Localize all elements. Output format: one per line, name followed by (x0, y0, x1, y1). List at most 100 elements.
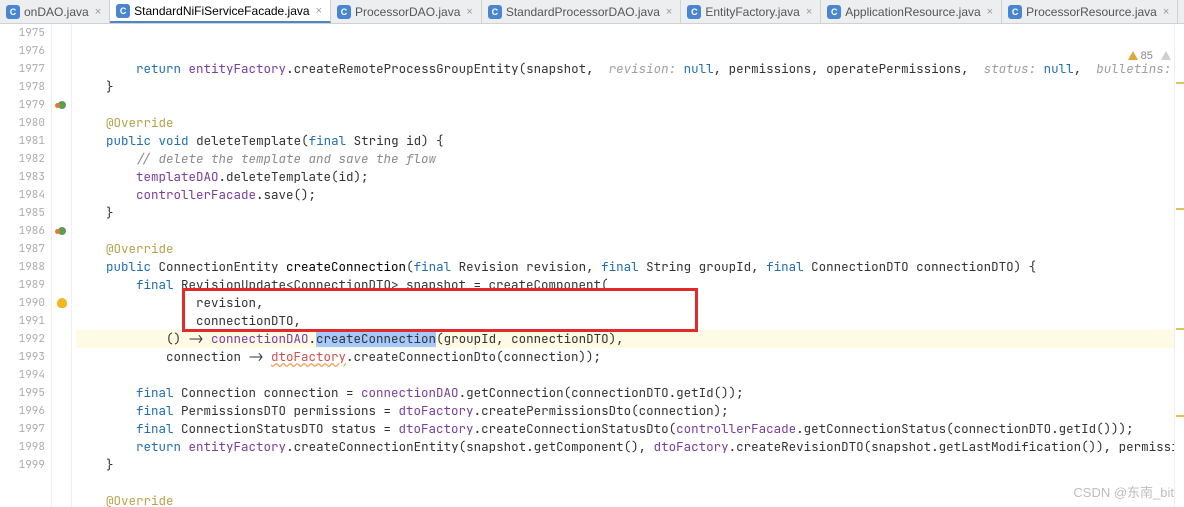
line-number[interactable]: 1993 (0, 348, 45, 366)
gutter-marker[interactable] (52, 24, 71, 42)
line-number[interactable]: 1998 (0, 438, 45, 456)
line-number[interactable]: 1987 (0, 240, 45, 258)
gutter-marker[interactable] (52, 402, 71, 420)
override-icon[interactable] (58, 227, 66, 235)
gutter-marker[interactable] (52, 438, 71, 456)
gutter-marker[interactable] (52, 96, 71, 114)
code-line[interactable]: return entityFactory.createRemoteProcess… (76, 60, 1174, 78)
close-icon[interactable]: × (1163, 6, 1169, 18)
intention-bulb-icon[interactable] (57, 298, 67, 308)
code-line[interactable]: public ConnectionEntity createConnection… (76, 258, 1174, 276)
code-line[interactable]: final PermissionsDTO permissions = dtoFa… (76, 402, 1174, 420)
code-line[interactable]: () -> connectionDAO.createConnection(gro… (76, 330, 1174, 348)
line-number[interactable]: 1994 (0, 366, 45, 384)
code-line[interactable]: final Connection connection = connection… (76, 384, 1174, 402)
gutter-marker[interactable] (52, 276, 71, 294)
gutter-marker[interactable] (52, 114, 71, 132)
code-line[interactable]: templateDAO.deleteTemplate(id); (76, 168, 1174, 186)
code-line[interactable]: } (76, 204, 1174, 222)
line-number[interactable]: 1977 (0, 60, 45, 78)
line-number[interactable]: 1997 (0, 420, 45, 438)
code-line[interactable] (76, 96, 1174, 114)
code-line[interactable]: public void deleteTemplate(final String … (76, 132, 1174, 150)
line-number[interactable]: 1991 (0, 312, 45, 330)
gutter-marker[interactable] (52, 78, 71, 96)
code-line[interactable]: revision, (76, 294, 1174, 312)
line-number[interactable]: 1981 (0, 132, 45, 150)
tab-standardnifiservicefacade-java[interactable]: StandardNiFiServiceFacade.java× (110, 0, 331, 23)
gutter-icon-strip[interactable] (52, 24, 72, 507)
java-file-icon (6, 5, 20, 19)
line-number[interactable]: 1996 (0, 402, 45, 420)
gutter-marker[interactable] (52, 150, 71, 168)
line-number[interactable]: 1976 (0, 42, 45, 60)
code-line[interactable]: final ConnectionStatusDTO status = dtoFa… (76, 420, 1174, 438)
code-line[interactable] (76, 474, 1174, 492)
code-line[interactable]: } (76, 78, 1174, 96)
tab-processordao-java[interactable]: ProcessorDAO.java× (331, 0, 482, 23)
code-line[interactable]: controllerFacade.save(); (76, 186, 1174, 204)
gutter-marker[interactable] (52, 312, 71, 330)
line-number[interactable]: 1990 (0, 294, 45, 312)
code-line[interactable]: connection -> dtoFactory.createConnectio… (76, 348, 1174, 366)
line-number-gutter[interactable]: 1975197619771978197919801981198219831984… (0, 24, 52, 507)
gutter-marker[interactable] (52, 348, 71, 366)
gutter-marker[interactable] (52, 456, 71, 474)
gutter-marker[interactable] (52, 186, 71, 204)
code-line[interactable]: // delete the template and save the flow (76, 150, 1174, 168)
line-number[interactable]: 1988 (0, 258, 45, 276)
code-line[interactable]: @Override (76, 240, 1174, 258)
error-stripe[interactable] (1174, 24, 1184, 507)
line-number[interactable]: 1984 (0, 186, 45, 204)
code-line[interactable] (76, 222, 1174, 240)
close-icon[interactable]: × (806, 6, 812, 18)
code-line[interactable]: @Override (76, 114, 1174, 132)
gutter-marker[interactable] (52, 294, 71, 312)
code-line[interactable]: final RevisionUpdate<ConnectionDTO> snap… (76, 276, 1174, 294)
close-icon[interactable]: × (466, 6, 472, 18)
tab-label: onDAO.java (24, 5, 89, 19)
gutter-marker[interactable] (52, 132, 71, 150)
tab-standardprocessordao-java[interactable]: StandardProcessorDAO.java× (482, 0, 682, 23)
gutter-marker[interactable] (52, 420, 71, 438)
tab-applicationresource-java[interactable]: ApplicationResource.java× (821, 0, 1002, 23)
line-number[interactable]: 1995 (0, 384, 45, 402)
line-number[interactable]: 1982 (0, 150, 45, 168)
line-number[interactable]: 1978 (0, 78, 45, 96)
line-number[interactable]: 1975 (0, 24, 45, 42)
line-number[interactable]: 1983 (0, 168, 45, 186)
gutter-marker[interactable] (52, 42, 71, 60)
close-icon[interactable]: × (95, 6, 101, 18)
line-number[interactable]: 1999 (0, 456, 45, 474)
line-number[interactable]: 1989 (0, 276, 45, 294)
tab-processorresource-java[interactable]: ProcessorResource.java× (1002, 0, 1178, 23)
gutter-marker[interactable] (52, 204, 71, 222)
code-line[interactable]: @Override (76, 492, 1174, 507)
gutter-marker[interactable] (52, 330, 71, 348)
code-line[interactable]: } (76, 456, 1174, 474)
tab-entityfactory-java[interactable]: EntityFactory.java× (681, 0, 821, 23)
code-viewport[interactable]: return entityFactory.createRemoteProcess… (72, 24, 1174, 507)
tab-ondao-java[interactable]: onDAO.java × (0, 0, 110, 23)
close-icon[interactable]: × (987, 6, 993, 18)
close-icon[interactable]: × (316, 5, 322, 17)
line-number[interactable]: 1985 (0, 204, 45, 222)
gutter-marker[interactable] (52, 168, 71, 186)
code-line[interactable]: return entityFactory.createConnectionEnt… (76, 438, 1174, 456)
line-number[interactable]: 1979 (0, 96, 45, 114)
gutter-marker[interactable] (52, 222, 71, 240)
close-icon[interactable]: × (666, 6, 672, 18)
gutter-marker[interactable] (52, 474, 71, 492)
override-icon[interactable] (58, 101, 66, 109)
code-line[interactable] (76, 366, 1174, 384)
line-number[interactable]: 1992 (0, 330, 45, 348)
gutter-marker[interactable] (52, 258, 71, 276)
gutter-marker[interactable] (52, 366, 71, 384)
gutter-marker[interactable] (52, 60, 71, 78)
gutter-marker[interactable] (52, 240, 71, 258)
code-line[interactable]: connectionDTO, (76, 312, 1174, 330)
line-number[interactable]: 1980 (0, 114, 45, 132)
gutter-marker[interactable] (52, 384, 71, 402)
tab-nifiservicefacade-java[interactable]: NiFiServiceFacade.java× (1178, 0, 1184, 23)
line-number[interactable]: 1986 (0, 222, 45, 240)
